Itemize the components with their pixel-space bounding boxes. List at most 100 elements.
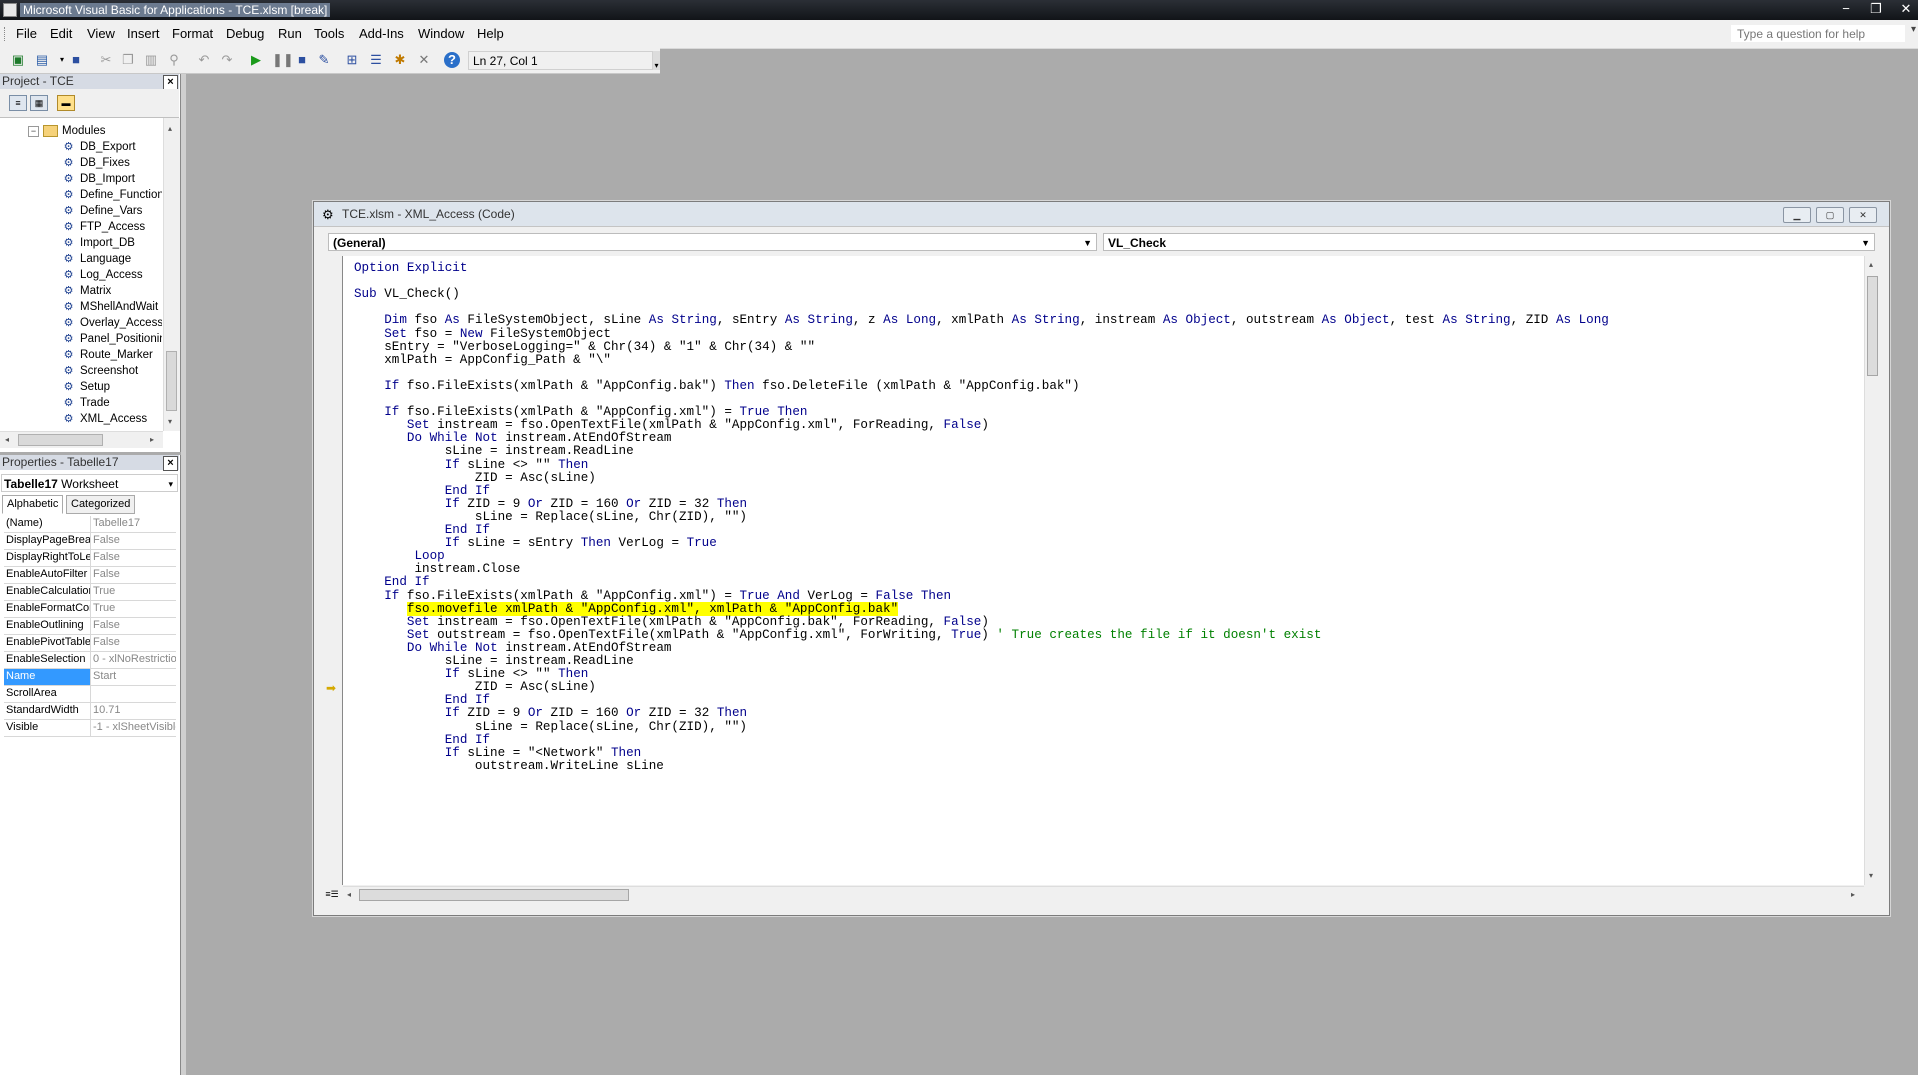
save-icon[interactable]: ■ — [68, 52, 84, 68]
property-value[interactable]: 0 - xlNoRestrictions — [91, 652, 176, 668]
property-value[interactable]: False — [91, 550, 176, 566]
tab-alphabetic[interactable]: Alphabetic — [2, 495, 64, 514]
object-combo[interactable]: (General) ▼ — [328, 233, 1097, 251]
procedure-combo[interactable]: VL_Check ▼ — [1103, 233, 1875, 251]
property-row[interactable]: ScrollArea — [4, 686, 176, 703]
properties-close-icon[interactable]: × — [163, 456, 178, 471]
property-row[interactable]: EnableSelection0 - xlNoRestrictions — [4, 652, 176, 669]
insert-module-icon[interactable]: ▤ — [34, 52, 50, 68]
tree-item-route-marker[interactable]: ⚙ Route_Marker — [62, 347, 153, 363]
code-line[interactable]: Sub VL_Check() — [354, 286, 460, 302]
tree-item-mshellandwait[interactable]: ⚙ MShellAndWait — [62, 299, 159, 315]
view-code-icon[interactable]: ≡ — [9, 95, 27, 111]
cut-icon[interactable]: ✂ — [98, 52, 114, 68]
menu-tools[interactable]: Tools — [314, 26, 344, 41]
tree-item-define-vars[interactable]: ⚙ Define_Vars — [62, 203, 143, 219]
find-icon[interactable]: ⚲ — [166, 52, 182, 68]
tree-item-import-db[interactable]: ⚙ Import_DB — [62, 235, 135, 251]
paste-icon[interactable]: ▥ — [143, 52, 159, 68]
property-row[interactable]: EnableAutoFilter False — [4, 567, 176, 584]
menu-file[interactable]: File — [16, 26, 37, 41]
help-icon[interactable]: ? — [444, 52, 460, 68]
tree-item-define-function[interactable]: ⚙ Define_Function — [62, 187, 162, 203]
project-tree-vscroll[interactable]: ▴ ▾ — [163, 121, 180, 431]
tree-item-language[interactable]: ⚙ Language — [62, 251, 132, 267]
tree-item-screenshot[interactable]: ⚙ Screenshot — [62, 363, 139, 379]
property-value[interactable]: -1 - xlSheetVisible — [91, 720, 176, 736]
property-row[interactable]: DisplayRightToLeft False — [4, 550, 176, 567]
excel-view-icon[interactable]: ▣ — [10, 52, 26, 68]
reset-icon[interactable]: ■ — [294, 52, 310, 68]
code-vscroll[interactable]: ▴ ▾ — [1864, 256, 1881, 885]
property-row[interactable]: (Name) Tabelle17 — [4, 516, 176, 533]
tree-item-panel-positioning[interactable]: ⚙ Panel_Positioning — [62, 331, 162, 347]
property-row[interactable]: EnableOutlining False — [4, 618, 176, 635]
project-close-icon[interactable]: × — [163, 75, 178, 90]
collapse-icon[interactable]: − — [28, 125, 39, 137]
code-minimize-button[interactable]: ▁ — [1783, 207, 1811, 223]
property-row[interactable]: StandardWidth 10.71 — [4, 703, 176, 720]
property-row-selected[interactable]: Name Start — [4, 669, 176, 686]
property-value[interactable]: 10.71 — [91, 703, 176, 719]
code-line[interactable]: If fso.FileExists(xmlPath & "AppConfig.b… — [354, 378, 1079, 394]
minimize-button[interactable]: − — [1838, 0, 1854, 20]
property-row[interactable]: Visible -1 - xlSheetVisible — [4, 720, 176, 737]
tree-item-db-fixes[interactable]: ⚙ DB_Fixes — [62, 155, 130, 171]
property-row[interactable]: EnableCalculation True — [4, 584, 176, 601]
object-browser-icon[interactable]: ✱ — [392, 52, 408, 68]
menu-insert[interactable]: Insert — [127, 26, 160, 41]
copy-icon[interactable]: ❐ — [120, 52, 136, 68]
property-value[interactable]: False — [91, 533, 176, 549]
menu-add-ins[interactable]: Add-Ins — [359, 26, 404, 41]
tree-item-log-access[interactable]: ⚙ Log_Access — [62, 267, 143, 283]
menu-debug[interactable]: Debug — [226, 26, 264, 41]
menu-format[interactable]: Format — [172, 26, 213, 41]
menu-edit[interactable]: Edit — [50, 26, 72, 41]
help-search-input[interactable]: Type a question for help — [1730, 24, 1906, 43]
property-value[interactable]: False — [91, 567, 176, 583]
property-row[interactable]: EnableFormatConditionsCalculationTrue — [4, 601, 176, 618]
chevron-down-icon[interactable]: ▼ — [1083, 234, 1092, 252]
property-value[interactable]: Start — [91, 669, 176, 685]
code-line[interactable]: Option Explicit — [354, 260, 467, 276]
tree-item-ftp-access[interactable]: ⚙ FTP_Access — [62, 219, 146, 235]
breakpoint-margin[interactable]: ➡ — [322, 256, 343, 885]
tree-item-trade[interactable]: ⚙ Trade — [62, 395, 110, 411]
menu-run[interactable]: Run — [278, 26, 302, 41]
procedure-view-toggle[interactable]: ≡☰ — [322, 886, 342, 902]
view-object-icon[interactable]: ▦ — [30, 95, 48, 111]
menu-window[interactable]: Window — [418, 26, 464, 41]
tree-item-db-import[interactable]: ⚙ DB_Import — [62, 171, 135, 187]
toggle-folders-icon[interactable]: ▬ — [57, 95, 75, 111]
property-value[interactable] — [91, 686, 176, 702]
scroll-thumb[interactable] — [1867, 276, 1878, 376]
scroll-thumb[interactable] — [18, 434, 103, 446]
redo-icon[interactable]: ↷ — [219, 52, 235, 68]
property-value[interactable]: False — [91, 635, 176, 651]
code-line[interactable]: outstream.WriteLine sLine — [354, 758, 664, 774]
scroll-thumb[interactable] — [359, 889, 629, 901]
property-row[interactable]: EnablePivotTable False — [4, 635, 176, 652]
property-value[interactable]: True — [91, 601, 176, 617]
menu-view[interactable]: View — [87, 26, 115, 41]
toolbar-options-icon[interactable]: ▾ — [653, 51, 660, 70]
pane-splitter[interactable] — [181, 74, 186, 1075]
property-value[interactable]: False — [91, 618, 176, 634]
tree-item-xml-access[interactable]: ⚙ XML_Access — [62, 411, 148, 427]
modules-folder[interactable]: − Modules — [28, 123, 105, 139]
menu-grip[interactable] — [4, 27, 8, 41]
restore-button[interactable]: ❐ — [1868, 0, 1884, 20]
property-row[interactable]: DisplayPageBreaksFalse — [4, 533, 176, 550]
code-editor[interactable]: Option Explicit Sub VL_Check() Dim fso As… — [343, 256, 1864, 885]
tree-item-setup[interactable]: ⚙ Setup — [62, 379, 111, 395]
undo-icon[interactable]: ↶ — [196, 52, 212, 68]
code-close-button[interactable]: ✕ — [1849, 207, 1877, 223]
tree-item-matrix[interactable]: ⚙ Matrix — [62, 283, 112, 299]
object-selector[interactable]: Tabelle17 Worksheet ▾ — [1, 474, 178, 492]
tree-item-overlay-access[interactable]: ⚙ Overlay_Access — [62, 315, 162, 331]
property-value[interactable]: Tabelle17 — [91, 516, 176, 532]
code-line[interactable]: xmlPath = AppConfig_Path & "\" — [354, 352, 611, 368]
property-value[interactable]: True — [91, 584, 176, 600]
run-icon[interactable]: ▶ — [248, 52, 264, 68]
project-tree-hscroll[interactable]: ◂ ▸ — [0, 431, 163, 448]
